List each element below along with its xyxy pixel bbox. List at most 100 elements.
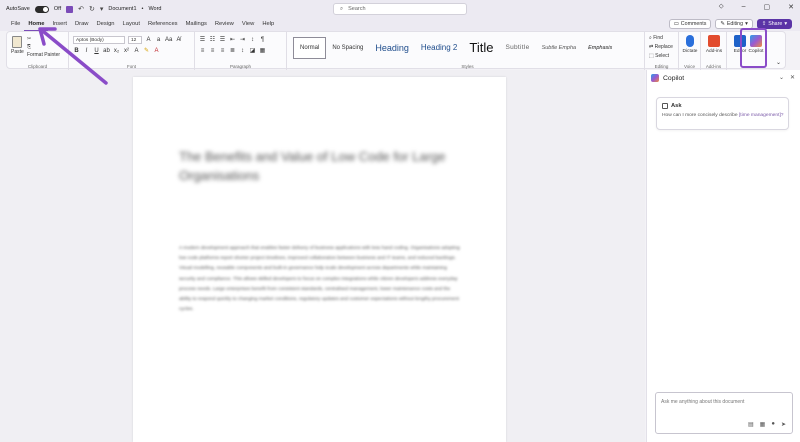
font-group: Aptos (Body) 12 A a Aa A̸ B I U ab x₂ x²… xyxy=(69,32,195,70)
document-body[interactable]: A modern development approach that enabl… xyxy=(179,244,461,315)
ask-suggestion-card[interactable]: Ask How can I more concisely describe [t… xyxy=(656,97,789,130)
app-name: Word xyxy=(148,6,162,12)
subscript-icon[interactable]: x₂ xyxy=(113,48,120,54)
minimize-button[interactable]: – xyxy=(742,3,746,11)
editing-label: Editing xyxy=(654,64,669,69)
sort-icon[interactable]: ↕ xyxy=(249,37,256,43)
save-icon[interactable] xyxy=(66,5,74,13)
customize-toolbar-icon[interactable]: ▾ xyxy=(100,5,104,13)
tab-design[interactable]: Design xyxy=(92,18,118,31)
document-name: Document1 xyxy=(108,6,137,12)
font-size-select[interactable]: 12 xyxy=(128,36,142,44)
ask-prompt-text: How can I more concisely describe [time … xyxy=(662,113,784,118)
addins-icon xyxy=(708,35,720,47)
microphone-icon[interactable]: ● xyxy=(771,421,775,428)
underline-icon[interactable]: U xyxy=(93,48,100,54)
tab-help[interactable]: Help xyxy=(258,18,278,31)
paste-button[interactable]: Paste xyxy=(11,49,24,55)
tab-layout[interactable]: Layout xyxy=(119,18,144,31)
tab-file[interactable]: File xyxy=(7,18,24,31)
undo-icon[interactable]: ↶ xyxy=(78,5,84,13)
tab-mailings[interactable]: Mailings xyxy=(182,18,211,31)
dictate-button[interactable]: Dictate xyxy=(677,35,703,54)
numbering-icon[interactable]: ☷ xyxy=(209,36,216,43)
replace-button[interactable]: ⇄ Replace xyxy=(649,44,673,50)
tab-references[interactable]: References xyxy=(144,18,182,31)
ask-prompt-placeholder: [time management]? xyxy=(738,113,784,118)
format-painter-button[interactable]: Format Painter xyxy=(27,52,60,58)
borders-icon[interactable]: ▦ xyxy=(259,47,266,54)
clipboard-label: Clipboard xyxy=(27,64,48,69)
font-name-select[interactable]: Aptos (Body) xyxy=(73,36,125,44)
show-marks-icon[interactable]: ¶ xyxy=(259,37,266,43)
font-color-icon[interactable]: A xyxy=(153,48,160,54)
maximize-button[interactable]: ▢ xyxy=(764,3,771,11)
diamond-icon[interactable]: ⬦ xyxy=(719,3,724,11)
autosave-label: AutoSave xyxy=(6,6,30,12)
copilot-logo-icon xyxy=(651,74,659,82)
cut-icon[interactable]: ✂ xyxy=(27,36,31,42)
line-spacing-icon[interactable]: ↕ xyxy=(239,48,246,54)
ask-icon xyxy=(662,103,668,109)
tab-review[interactable]: Review xyxy=(211,18,238,31)
document-title[interactable]: The Benefits and Value of Low Code for L… xyxy=(179,147,479,185)
comments-button[interactable]: ▭ Comments xyxy=(668,19,712,29)
text-effects-icon[interactable]: A xyxy=(133,48,140,54)
search-icon: ⌕ xyxy=(340,5,344,12)
multilevel-list-icon[interactable]: ☰ xyxy=(219,36,226,43)
shrink-font-icon[interactable]: a xyxy=(155,37,162,43)
copilot-chat-input[interactable] xyxy=(661,397,787,407)
bullets-icon[interactable]: ☰ xyxy=(199,36,206,43)
editing-group: ⌕ Find ⇄ Replace ⬚ Select Editing xyxy=(645,32,679,70)
superscript-icon[interactable]: x² xyxy=(123,48,130,54)
clear-format-icon[interactable]: A̸ xyxy=(175,37,182,43)
collapse-ribbon-icon[interactable]: ⌄ xyxy=(776,59,781,66)
align-right-icon[interactable]: ≡ xyxy=(219,48,226,54)
font-label: Font xyxy=(126,64,136,69)
comment-icon: ▭ xyxy=(673,21,679,27)
increase-indent-icon[interactable]: ⇥ xyxy=(239,36,246,43)
strikethrough-icon[interactable]: ab xyxy=(103,48,110,54)
document-page[interactable]: The Benefits and Value of Low Code for L… xyxy=(133,77,506,442)
voice-group: Dictate Voice xyxy=(679,32,701,70)
pane-close-icon[interactable]: ✕ xyxy=(790,74,795,81)
tab-home[interactable]: Home xyxy=(24,18,49,31)
highlight-icon[interactable]: ✎ xyxy=(143,47,150,54)
paragraph-group: ☰ ☷ ☰ ⇤ ⇥ ↕ ¶ ≡ ≡ ≡ ≣ ↕ ◪ ▦ Paragraph xyxy=(195,32,287,70)
align-left-icon[interactable]: ≡ xyxy=(199,48,206,54)
paste-icon[interactable] xyxy=(12,36,22,48)
redo-icon[interactable]: ↻ xyxy=(89,5,95,13)
search-box[interactable]: ⌕ Search xyxy=(333,3,467,15)
clipboard-group: Paste ✂ ⎘ Format Painter Clipboard xyxy=(7,32,69,70)
attach-icon[interactable]: ▤ xyxy=(748,421,754,428)
prompt-guide-icon[interactable]: ▦ xyxy=(760,421,766,428)
autosave-state: Off xyxy=(53,6,62,12)
addins-group-label: Add-ins xyxy=(705,64,722,69)
select-button[interactable]: ⬚ Select xyxy=(649,53,669,59)
decrease-indent-icon[interactable]: ⇤ xyxy=(229,36,236,43)
tab-view[interactable]: View xyxy=(238,18,258,31)
tab-draw[interactable]: Draw xyxy=(71,18,93,31)
close-button[interactable]: ✕ xyxy=(788,3,794,11)
addins-button[interactable]: Add-ins xyxy=(701,35,727,54)
find-button[interactable]: ⌕ Find xyxy=(649,35,663,41)
paragraph-label: Paragraph xyxy=(229,64,251,69)
styles-group: Styles xyxy=(291,32,645,70)
addins-group: Add-ins Add-ins xyxy=(701,32,727,70)
align-center-icon[interactable]: ≡ xyxy=(209,48,216,54)
grow-font-icon[interactable]: A xyxy=(145,37,152,43)
pane-options-icon[interactable]: ⌄ xyxy=(779,74,784,81)
bold-icon[interactable]: B xyxy=(73,48,80,54)
justify-icon[interactable]: ≣ xyxy=(229,47,236,54)
pencil-icon: ✎ xyxy=(720,21,725,27)
autosave-toggle[interactable] xyxy=(34,5,49,13)
copilot-chat-box: ▤ ▦ ● ➤ xyxy=(655,392,793,434)
shading-icon[interactable]: ◪ xyxy=(249,47,256,54)
change-case-icon[interactable]: Aa xyxy=(165,37,172,43)
styles-label: Styles xyxy=(461,64,474,69)
italic-icon[interactable]: I xyxy=(83,48,90,54)
tab-insert[interactable]: Insert xyxy=(48,18,71,31)
copy-icon[interactable]: ⎘ xyxy=(27,44,31,50)
send-icon[interactable]: ➤ xyxy=(781,421,786,428)
chevron-down-icon: ▾ xyxy=(745,21,748,27)
